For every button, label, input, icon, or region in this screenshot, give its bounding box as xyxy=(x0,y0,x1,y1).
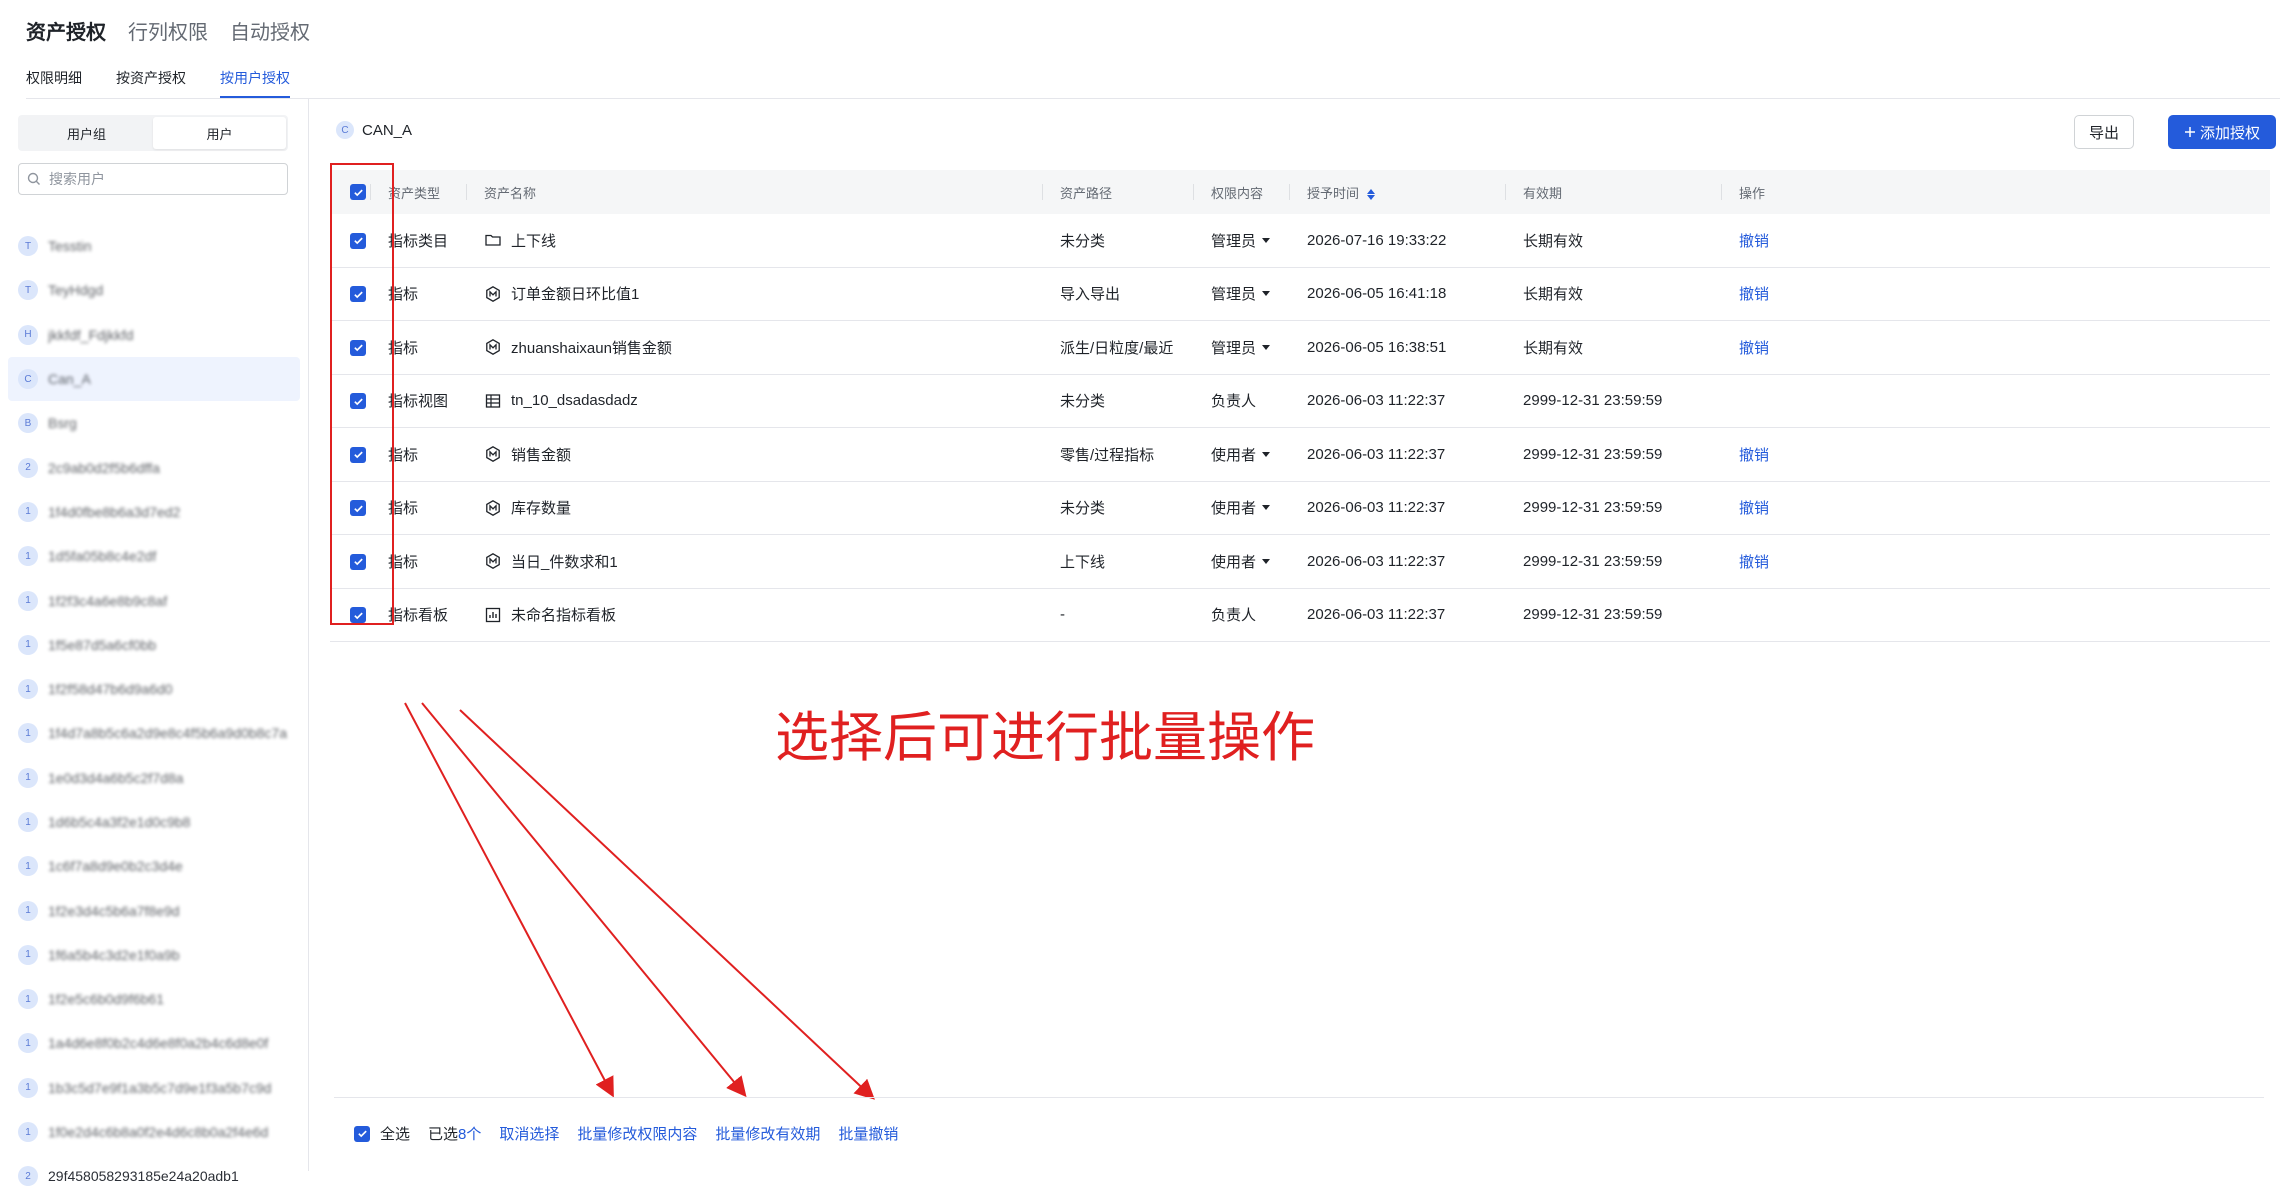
batch-edit-permission-button[interactable]: 批量修改权限内容 xyxy=(577,1123,697,1144)
selected-number: 8个 xyxy=(458,1126,482,1143)
batch-action-bar: 全选 已选8个 取消选择 批量修改权限内容 批量修改有效期 批量撤销 xyxy=(334,1097,2264,1169)
arrow-to-batch-perm xyxy=(404,702,614,1098)
selected-count: 已选8个 xyxy=(428,1123,481,1144)
arrow-to-batch-revoke xyxy=(459,709,875,1100)
annotation-arrows xyxy=(404,702,875,1100)
select-all-bottom-checkbox[interactable] xyxy=(354,1125,370,1142)
select-all-label: 全选 xyxy=(380,1126,411,1143)
arrow-to-batch-expire xyxy=(421,702,747,1098)
cancel-selection-button[interactable]: 取消选择 xyxy=(499,1123,559,1144)
batch-edit-expire-button[interactable]: 批量修改有效期 xyxy=(715,1123,820,1144)
select-all[interactable]: 全选 xyxy=(354,1123,410,1144)
selected-prefix: 已选 xyxy=(428,1126,459,1143)
batch-revoke-button[interactable]: 批量撤销 xyxy=(838,1123,898,1144)
